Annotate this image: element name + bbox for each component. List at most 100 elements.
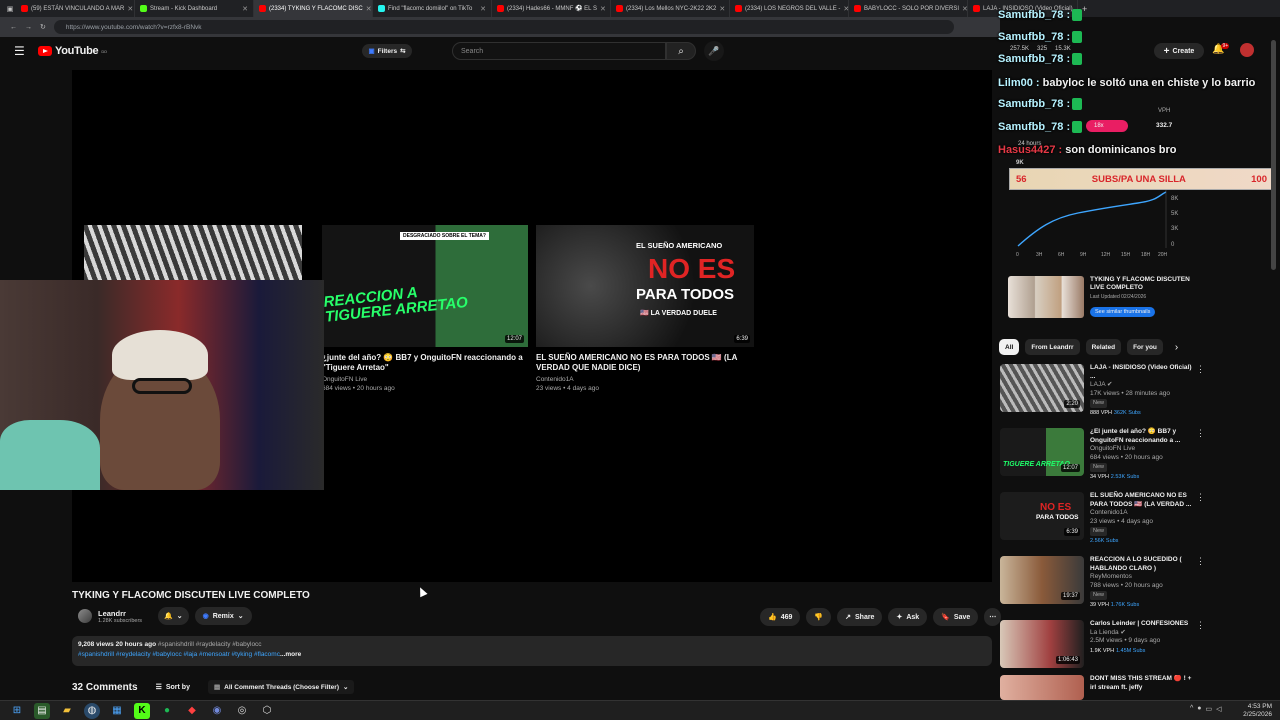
browser-tab-active[interactable]: (2334) TYKING Y FLACOMC DISC ✕ [254, 0, 373, 17]
mic-tray-icon[interactable]: ● [1197, 705, 1201, 713]
chevron-up-icon[interactable]: ^ [1190, 705, 1193, 713]
ask-button[interactable]: ✦ Ask [888, 608, 928, 626]
store-icon[interactable]: ▦ [109, 703, 125, 719]
recommendation-title[interactable]: EL SUEÑO AMERICANO NO ES PARA TODOS 🇺🇸 (… [1090, 492, 1194, 509]
recommendation-channel[interactable]: Contenido1A [1090, 509, 1194, 518]
search-button[interactable]: ⌕ [666, 42, 696, 60]
terminal-icon[interactable]: ▤ [34, 702, 50, 719]
browser-tab[interactable]: (2334) LOS NEGROS DEL VALLE - ✕ [730, 0, 849, 17]
recommendation-item[interactable]: 19:37 REACCION A LO SUCEDIDO ( HABLANDO … [1000, 556, 1205, 614]
desc-hashtags-2[interactable]: #spanishdrill #reydelacity #babylocc #la… [78, 651, 280, 658]
spotify-icon[interactable]: ● [159, 703, 175, 719]
windows-start-icon[interactable]: ⊞ [9, 703, 25, 719]
vpn-icon[interactable]: ⬡ [259, 703, 275, 719]
more-actions-icon[interactable]: ⋮ [1196, 675, 1200, 686]
close-tab-icon[interactable]: ✕ [366, 5, 372, 13]
recommendation-title[interactable]: Carlos Leinder | CONFESIONES [1090, 620, 1194, 629]
end-card[interactable]: EL SUEÑO AMERICANO NO ES PARA TODOS 🇺🇸 L… [536, 225, 754, 393]
kick-icon[interactable]: K [134, 702, 150, 719]
recommendation-thumbnail[interactable]: 2:20 [1000, 364, 1084, 412]
more-options-button[interactable]: ⋯ [984, 608, 1002, 626]
browser-menu-icon[interactable]: ▣ [4, 3, 16, 15]
subscribed-button[interactable]: 🔔 ⌄ [158, 607, 189, 625]
chevron-right-icon[interactable]: › [1175, 342, 1178, 353]
filters-button[interactable]: ▣ Filters ⇆ [362, 44, 412, 58]
end-card-title[interactable]: EL SUEÑO AMERICANO NO ES PARA TODOS 🇺🇸 (… [536, 353, 754, 373]
comment-filter-dropdown[interactable]: ▤ All Comment Threads (Choose Filter) ⌄ [207, 680, 355, 694]
browser-tab[interactable]: (2334) Hades66 - MMNF ⚽ EL S ✕ [492, 0, 611, 17]
recommendation-channel[interactable]: ReyMomentos [1090, 573, 1194, 582]
recommendation-channel[interactable]: LAJA ✔ [1090, 381, 1194, 390]
page-scrollbar[interactable] [1271, 40, 1276, 270]
recommendation-item[interactable]: NO ES PARA TODOS 6:39 EL SUEÑO AMERICANO N… [1000, 492, 1205, 550]
end-card[interactable]: DESGRACIADO SOBRE EL TEMA? REACCION A TI… [322, 225, 528, 393]
desc-hashtags-1[interactable]: #spanishdrill #raydelacity #babylocc [158, 641, 262, 648]
description-box[interactable]: 9,208 views 20 hours ago #spanishdrill #… [72, 636, 992, 666]
discord-icon[interactable]: ◉ [209, 703, 225, 719]
browser-tab[interactable]: (2334) Los Mellos NYC-2K22 2K2 ✕ [611, 0, 730, 17]
forward-icon[interactable]: → [25, 24, 32, 31]
end-card-thumbnail[interactable]: EL SUEÑO AMERICANO NO ES PARA TODOS 🇺🇸 L… [536, 225, 754, 347]
youtube-logo[interactable]: YouTube DO [38, 45, 107, 57]
volume-icon[interactable]: ◁ [1216, 705, 1221, 713]
end-card-thumbnail[interactable]: DESGRACIADO SOBRE EL TEMA? REACCION A TI… [322, 225, 528, 347]
like-button[interactable]: 👍 469 [760, 608, 801, 626]
voice-search-button[interactable]: 🎤 [704, 41, 724, 61]
close-tab-icon[interactable]: ✕ [600, 5, 606, 13]
reload-icon[interactable]: ↻ [40, 23, 46, 31]
recommendation-item[interactable]: 2:20 LAJA - INSIDIOSO (Video Oficial) ..… [1000, 364, 1205, 422]
chip-from-channel[interactable]: From Leandrr [1025, 339, 1080, 355]
dislike-button[interactable]: 👎 [806, 608, 832, 626]
save-button[interactable]: 🔖 Save [933, 608, 979, 626]
chip-related[interactable]: Related [1085, 339, 1122, 355]
close-tab-icon[interactable]: ✕ [719, 5, 725, 13]
taskbar-clock[interactable]: 4:53 PM 2/25/2026 [1243, 703, 1272, 719]
recommendation-thumbnail[interactable]: 1:06:43 [1000, 620, 1084, 668]
recommendation-item[interactable]: 1:06:43 Carlos Leinder | CONFESIONES La … [1000, 620, 1205, 678]
file-explorer-icon[interactable]: ▰ [59, 703, 75, 719]
more-actions-icon[interactable]: ⋮ [1196, 620, 1205, 631]
close-tab-icon[interactable]: ✕ [242, 5, 248, 13]
recommendation-thumbnail[interactable] [1000, 675, 1084, 700]
chrome-icon[interactable]: ◍ [84, 702, 100, 719]
network-icon[interactable]: ▭ [1206, 705, 1213, 713]
end-card-title[interactable]: ¿junte del año? 😳 BB7 y OnguitoFN reacci… [322, 353, 528, 373]
search-input[interactable]: Search [452, 42, 666, 60]
browser-tab[interactable]: BABYLOCC - SOLO POR DIVERSI ✕ [849, 0, 968, 17]
recommendation-item[interactable]: TIGUERE ARRETAO 12:07 ¿El junte del año? … [1000, 428, 1205, 486]
see-similar-button[interactable]: See similar thumbnails [1090, 307, 1156, 317]
browser-tab[interactable]: Stream - Kick Dashboard ✕ [135, 0, 254, 17]
more-actions-icon[interactable]: ⋮ [1196, 492, 1205, 503]
close-tab-icon[interactable]: ✕ [480, 5, 486, 13]
back-icon[interactable]: ← [10, 24, 17, 31]
more-actions-icon[interactable]: ⋮ [1196, 428, 1205, 439]
app-icon[interactable]: ◆ [184, 703, 200, 719]
recommendation-thumbnail[interactable]: NO ES PARA TODOS 6:39 [1000, 492, 1084, 540]
address-bar[interactable]: https://www.youtube.com/watch?v=rzfx8-rB… [53, 20, 954, 34]
share-button[interactable]: ↗ Share [837, 608, 883, 626]
browser-tab[interactable]: Find "flacomc domiilol" on TikTo ✕ [373, 0, 492, 17]
end-card-meta: Contenido1A 23 views • 4 days ago [536, 376, 599, 392]
recommendation-title[interactable]: LAJA - INSIDIOSO (Video Oficial) ... [1090, 364, 1194, 381]
channel-name[interactable]: Leandrr [98, 609, 142, 618]
obs-icon[interactable]: ◎ [234, 703, 250, 719]
close-tab-icon[interactable]: ✕ [127, 5, 133, 13]
recommendation-item[interactable]: DONT MISS THIS STREAM 🔴 ! + irl stream f… [1000, 675, 1200, 700]
recommendation-channel[interactable]: OnguitoFN Live [1090, 445, 1194, 454]
recommendation-title[interactable]: ¿El junte del año? 😳 BB7 y OnguitoFN rea… [1090, 428, 1194, 445]
hamburger-menu-icon[interactable]: ☰ [14, 44, 25, 58]
recommendation-channel[interactable]: La Lienda ✔ [1090, 629, 1194, 638]
remix-button[interactable]: ◉ Remix ⌄ [194, 607, 252, 625]
chip-all[interactable]: All [999, 339, 1020, 355]
recommendation-title[interactable]: DONT MISS THIS STREAM 🔴 ! + irl stream f… [1090, 675, 1194, 692]
recommendation-thumbnail[interactable]: TIGUERE ARRETAO 12:07 [1000, 428, 1084, 476]
show-more-link[interactable]: ...more [280, 651, 301, 658]
channel-avatar[interactable] [78, 609, 92, 623]
recommendation-title[interactable]: REACCION A LO SUCEDIDO ( HABLANDO CLARO … [1090, 556, 1194, 573]
browser-tab[interactable]: (59) ESTÁN VINCULANDO A MAR ✕ [16, 0, 135, 17]
sort-by-button[interactable]: ☰ Sort by [156, 683, 190, 692]
recommendation-thumbnail[interactable]: 19:37 [1000, 556, 1084, 604]
more-actions-icon[interactable]: ⋮ [1196, 556, 1205, 567]
more-actions-icon[interactable]: ⋮ [1196, 364, 1205, 375]
chip-for-you[interactable]: For you [1127, 339, 1163, 355]
